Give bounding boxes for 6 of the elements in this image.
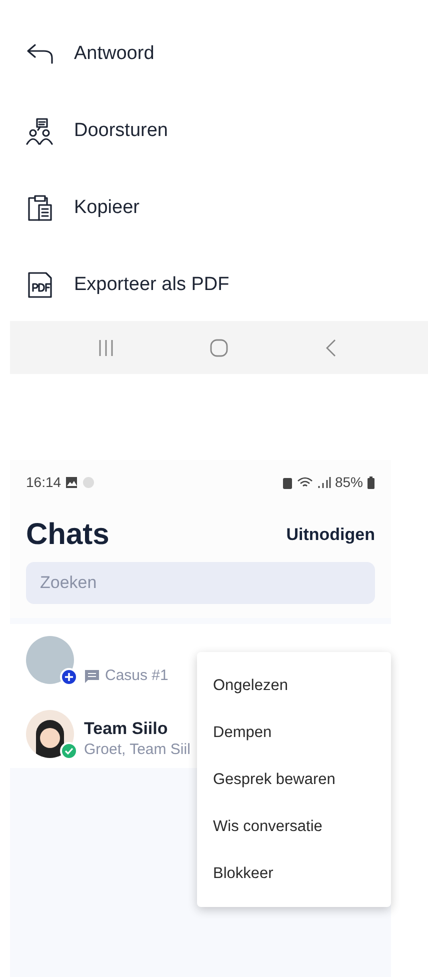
- page-title: Chats: [26, 518, 110, 552]
- status-time: 16:14: [26, 474, 62, 490]
- battery-percentage: 85%: [334, 474, 363, 490]
- chat-name: Team Siilo: [84, 719, 169, 739]
- message-preview: Casus #1: [105, 667, 168, 684]
- message-preview: Groet, Team Siil: [84, 741, 190, 758]
